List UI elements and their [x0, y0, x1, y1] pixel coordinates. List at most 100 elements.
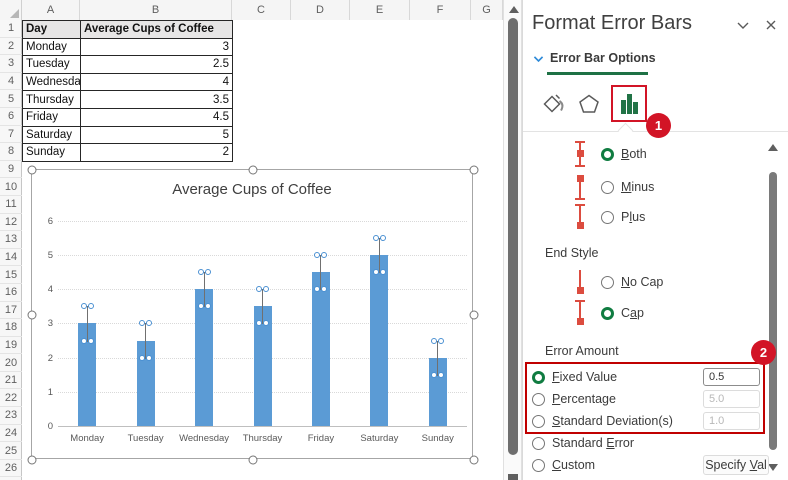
- row-header-2[interactable]: 2: [0, 38, 22, 56]
- option-minus[interactable]: Minus: [572, 171, 654, 203]
- row-header-5[interactable]: 5: [0, 90, 22, 108]
- cell[interactable]: Thursday: [23, 91, 81, 109]
- cell[interactable]: Sunday: [23, 144, 81, 162]
- column-header-E[interactable]: E: [350, 0, 410, 20]
- column-header-B[interactable]: B: [80, 0, 232, 20]
- chart-bar[interactable]: [312, 272, 330, 426]
- chart[interactable]: Average Cups of Coffee 0123456MondayTues…: [31, 169, 473, 459]
- cell[interactable]: Friday: [23, 108, 81, 126]
- option-standard-deviation-s-[interactable]: Standard Deviation(s): [532, 410, 673, 432]
- option-percentage[interactable]: Percentage: [532, 388, 616, 410]
- scroll-down-icon[interactable]: [508, 474, 518, 480]
- row-header-21[interactable]: 21: [0, 372, 22, 390]
- specify-value-button[interactable]: Specify Val: [703, 455, 769, 475]
- error-bar[interactable]: [204, 272, 205, 306]
- row-header-13[interactable]: 13: [0, 231, 22, 249]
- scroll-up-icon[interactable]: [509, 6, 519, 13]
- cell[interactable]: Average Cups of Coffee: [81, 21, 233, 39]
- cell[interactable]: Day: [23, 21, 81, 39]
- row-header-8[interactable]: 8: [0, 143, 22, 161]
- row-header-7[interactable]: 7: [0, 126, 22, 144]
- effects-icon[interactable]: [575, 90, 603, 118]
- chart-selection-handle[interactable]: [28, 456, 37, 465]
- row-header-18[interactable]: 18: [0, 319, 22, 337]
- radio-button[interactable]: [532, 415, 545, 428]
- error-bar[interactable]: [145, 323, 146, 357]
- radio-button[interactable]: [532, 393, 545, 406]
- scroll-down-icon[interactable]: [768, 464, 778, 471]
- worksheet-vertical-scrollbar[interactable]: [503, 0, 522, 480]
- chart-selection-handle[interactable]: [28, 166, 37, 175]
- cell[interactable]: 2.5: [81, 56, 233, 74]
- error-bar[interactable]: [262, 289, 263, 323]
- radio-button[interactable]: [601, 181, 614, 194]
- row-header-16[interactable]: 16: [0, 284, 22, 302]
- row-header-26[interactable]: 26: [0, 460, 22, 478]
- percentage-input[interactable]: [703, 390, 760, 408]
- panel-scrollbar-thumb[interactable]: [769, 172, 777, 450]
- error-bar-options-tab[interactable]: [611, 85, 647, 122]
- option-fixed-value[interactable]: Fixed Value: [532, 366, 617, 388]
- standard-deviation-s--input[interactable]: [703, 412, 760, 430]
- chart-title[interactable]: Average Cups of Coffee: [32, 181, 472, 198]
- option-standard-error[interactable]: Standard Error: [532, 432, 634, 454]
- fill-line-icon[interactable]: [539, 90, 567, 118]
- cell[interactable]: 4.5: [81, 108, 233, 126]
- panel-scrollbar[interactable]: [766, 138, 780, 480]
- row-header-20[interactable]: 20: [0, 354, 22, 372]
- option-custom[interactable]: Custom: [532, 454, 595, 476]
- error-bar[interactable]: [379, 238, 380, 272]
- radio-button[interactable]: [601, 211, 614, 224]
- option-no-cap[interactable]: No Cap: [572, 266, 663, 298]
- row-header-25[interactable]: 25: [0, 442, 22, 460]
- chart-bar[interactable]: [370, 255, 388, 426]
- column-header-F[interactable]: F: [410, 0, 471, 20]
- chart-selection-handle[interactable]: [249, 456, 258, 465]
- cell[interactable]: 3.5: [81, 91, 233, 109]
- chart-selection-handle[interactable]: [249, 166, 258, 175]
- row-header-9[interactable]: 9: [0, 161, 22, 179]
- cell[interactable]: Monday: [23, 38, 81, 56]
- row-header-24[interactable]: 24: [0, 425, 22, 443]
- chevron-down-icon[interactable]: [735, 17, 751, 33]
- row-header-11[interactable]: 11: [0, 196, 22, 214]
- cell[interactable]: Wednesday: [23, 73, 81, 91]
- radio-button[interactable]: [532, 459, 545, 472]
- select-all-corner[interactable]: [0, 0, 22, 20]
- option-cap[interactable]: Cap: [572, 297, 644, 329]
- fixed-value-input[interactable]: [703, 368, 760, 386]
- row-header-23[interactable]: 23: [0, 407, 22, 425]
- cell[interactable]: 5: [81, 126, 233, 144]
- cell[interactable]: 2: [81, 144, 233, 162]
- column-header-C[interactable]: C: [232, 0, 291, 20]
- cell[interactable]: Tuesday: [23, 56, 81, 74]
- row-header-17[interactable]: 17: [0, 302, 22, 320]
- option-plus[interactable]: Plus: [572, 201, 645, 233]
- scroll-up-icon[interactable]: [768, 144, 778, 151]
- row-header-15[interactable]: 15: [0, 266, 22, 284]
- cell[interactable]: 3: [81, 38, 233, 56]
- column-header-D[interactable]: D: [291, 0, 350, 20]
- option-both[interactable]: Both: [572, 138, 647, 170]
- radio-button[interactable]: [601, 276, 614, 289]
- chart-selection-handle[interactable]: [470, 311, 479, 320]
- row-header-14[interactable]: 14: [0, 249, 22, 267]
- cell[interactable]: 4: [81, 73, 233, 91]
- row-header-22[interactable]: 22: [0, 389, 22, 407]
- radio-button[interactable]: [601, 148, 614, 161]
- cell[interactable]: Saturday: [23, 126, 81, 144]
- error-bar[interactable]: [320, 255, 321, 289]
- column-header-G[interactable]: G: [471, 0, 503, 20]
- row-header-1[interactable]: 1: [0, 20, 22, 38]
- chart-selection-handle[interactable]: [470, 166, 479, 175]
- row-header-10[interactable]: 10: [0, 178, 22, 196]
- column-header-A[interactable]: A: [22, 0, 80, 20]
- chart-selection-handle[interactable]: [470, 456, 479, 465]
- radio-button[interactable]: [532, 437, 545, 450]
- row-header-12[interactable]: 12: [0, 214, 22, 232]
- radio-button[interactable]: [532, 371, 545, 384]
- error-bar[interactable]: [87, 306, 88, 340]
- radio-button[interactable]: [601, 307, 614, 320]
- chart-selection-handle[interactable]: [28, 311, 37, 320]
- error-bar[interactable]: [437, 341, 438, 375]
